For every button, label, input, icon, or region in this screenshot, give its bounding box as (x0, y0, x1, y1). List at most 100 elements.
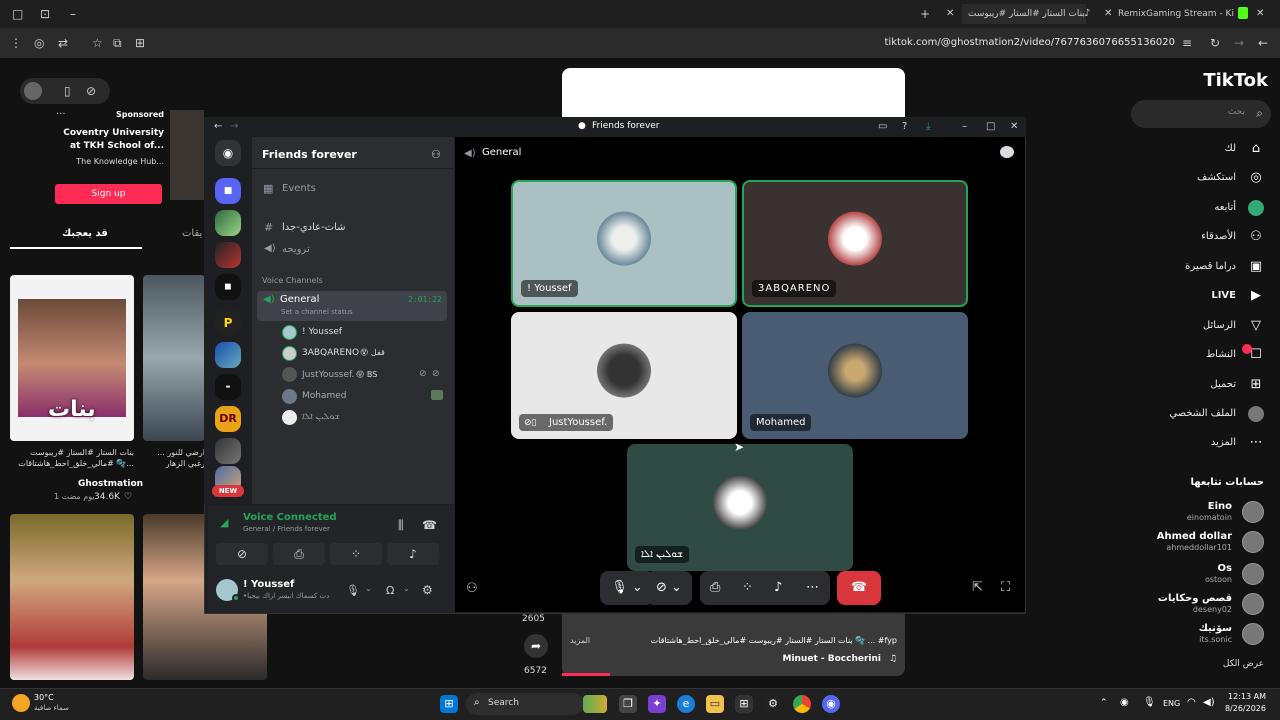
video-thumbnail-2[interactable] (143, 275, 205, 441)
help-icon[interactable]: ? (902, 120, 907, 134)
chevron-down-icon[interactable]: ⌄ (365, 584, 372, 593)
search-input[interactable]: بحث ⌕ (1131, 100, 1271, 128)
home-icon[interactable]: ⌂ (1248, 141, 1264, 157)
reader-icon[interactable]: ≡ (1182, 36, 1192, 50)
upload-icon[interactable]: ⊞ (1248, 377, 1264, 393)
wifi-icon[interactable]: ◠ (1187, 697, 1196, 708)
nav-upload[interactable]: تحميل (1210, 379, 1236, 390)
microphone-icon[interactable]: 🎙 (346, 584, 360, 598)
extensions-icon[interactable]: ⊞ (135, 36, 145, 50)
nav-friends[interactable]: الأصدقاء (1201, 231, 1236, 242)
search-icon[interactable]: ⌕ (1256, 106, 1263, 120)
following-name-3[interactable]: Os (1218, 563, 1232, 574)
video-tile-justyoussef[interactable]: JustYoussef. ⊘▯ (511, 312, 737, 439)
nav-following[interactable]: أتابعه (1214, 202, 1236, 213)
avatar[interactable] (282, 389, 297, 404)
weather-icon[interactable] (12, 694, 30, 712)
camera-control[interactable]: ⊘ ⌄ (646, 571, 692, 605)
clock-date[interactable]: 8/26/2026 (1222, 704, 1266, 713)
nav-messages[interactable]: الرسائل (1203, 320, 1236, 331)
url-text[interactable]: tiktok.com/@ghostmation2/video/767763607… (885, 37, 1175, 48)
avatar[interactable] (282, 410, 297, 425)
nav-profile[interactable]: الملف الشخصي (1169, 408, 1236, 419)
avatar[interactable] (282, 325, 297, 340)
disconnect-icon[interactable]: ☎ (422, 518, 437, 532)
nav-more[interactable]: المزيد (1211, 437, 1236, 448)
chevron-up-icon[interactable]: ⌃ (1100, 698, 1108, 708)
nav-drama[interactable]: دراما قصيرة (1185, 261, 1236, 272)
video-tile-3abqareno[interactable]: 3ABQARENO (742, 180, 968, 307)
nav-activity[interactable]: النشاط (1206, 349, 1236, 360)
more-dots-icon[interactable]: ⋯ (806, 571, 819, 605)
inbox-icon[interactable]: ▭ (878, 120, 887, 134)
avatar[interactable] (1242, 623, 1264, 645)
screen-share-button[interactable]: ⎙ (273, 543, 325, 565)
voice-channel-extra[interactable]: ترويحه (282, 244, 310, 255)
screen-share-icon[interactable]: ⎙ (710, 571, 720, 605)
noise-suppression-icon[interactable]: ⫼ (398, 518, 404, 532)
popout-icon[interactable]: ⇱ (972, 581, 983, 595)
copilot-icon[interactable]: ✦ (648, 695, 666, 713)
soundboard-icon[interactable]: ♪ (774, 571, 782, 605)
voice-user-2[interactable]: 3ABQARENO (302, 348, 359, 358)
tab-kick[interactable]: RemixGaming Stream - Kick De... (1118, 4, 1234, 24)
nav-live[interactable]: LIVE (1211, 290, 1236, 301)
server-icon-6[interactable] (215, 342, 241, 368)
discord-icon[interactable]: ◉ (822, 695, 840, 713)
close-tab-icon-3[interactable]: ✕ (1256, 7, 1264, 21)
avatar[interactable] (282, 367, 297, 382)
voice-section-header[interactable]: Voice Channels (262, 276, 323, 285)
forward-icon[interactable]: → (1234, 36, 1244, 50)
clock-time[interactable]: 12:13 AM (1226, 692, 1266, 701)
tab-tiktok[interactable]: بنات الستار #الستار #ريبوست ... (962, 4, 1086, 24)
show-all-link[interactable]: عرض الكل (1223, 659, 1264, 669)
invite-icon[interactable]: ⚇ (466, 582, 478, 596)
filter-icon[interactable]: ⇄ (58, 36, 68, 50)
download-icon[interactable]: ⤓ (926, 120, 930, 134)
text-channel[interactable]: شات-عادي-جدا (282, 222, 346, 233)
nav-for-you[interactable]: لك (1225, 143, 1236, 154)
music-title[interactable]: Minuet - Boccherini (782, 654, 881, 664)
activities-icon[interactable]: ⁘ (742, 571, 753, 605)
server-name[interactable]: Friends forever (262, 148, 357, 161)
voice-user-4[interactable]: Mohamed (302, 391, 347, 401)
soundboard-button[interactable]: ♪ (387, 543, 439, 565)
sign-up-button[interactable]: Sign up (55, 184, 162, 204)
tiktok-logo[interactable]: TikTok (1203, 70, 1268, 91)
profile-icon[interactable] (1248, 406, 1264, 422)
settings-icon[interactable]: ⚙ (764, 695, 782, 713)
server-icon-9[interactable] (215, 438, 241, 464)
following-icon[interactable] (1248, 200, 1264, 216)
following-name-4[interactable]: قصص وحكايات (1158, 593, 1232, 604)
discord-home-icon[interactable]: ◉ (215, 140, 241, 166)
server-icon-2[interactable] (215, 210, 241, 236)
weather-temp[interactable]: 30°C (34, 693, 54, 702)
following-name-1[interactable]: Eino (1208, 501, 1232, 512)
close-icon[interactable]: ✕ (1010, 120, 1018, 134)
store-icon[interactable]: ⊞ (735, 695, 753, 713)
avatar[interactable] (24, 82, 42, 100)
drama-icon[interactable]: ▣ (1248, 259, 1264, 275)
tab-list-icon[interactable]: ⊡ (40, 7, 50, 21)
server-icon-8[interactable]: DR (215, 406, 241, 432)
video-caption-2[interactable]: ارضي للنور ... رغبي الزهار (143, 447, 205, 471)
minimize-tab-icon[interactable]: – (70, 7, 76, 21)
video-tile-youssef[interactable]: ! Youssef (511, 180, 737, 307)
fullscreen-icon[interactable]: ⛶ (1001, 581, 1010, 595)
minimize-icon[interactable]: – (962, 120, 967, 134)
window-menu-icon[interactable]: □ (12, 7, 23, 21)
screenshot-icon[interactable]: ⧉ (113, 36, 122, 50)
network-icon[interactable]: ◉ (1120, 697, 1129, 708)
nav-explore[interactable]: استكشف (1197, 172, 1236, 183)
video-author[interactable]: Ghostmation (78, 479, 143, 489)
bookmark-star-icon[interactable]: ☆ (92, 36, 103, 50)
close-tab-icon[interactable]: ✕ (946, 7, 954, 21)
server-icon-4[interactable]: ◼ (215, 274, 241, 300)
player-more[interactable]: المزيد (570, 636, 590, 645)
phone-icon[interactable]: ▯ (64, 84, 71, 98)
menu-dots-icon[interactable]: ⋮ (10, 36, 22, 50)
edge-icon[interactable]: e (677, 695, 695, 713)
voice-connected-sub[interactable]: General / Friends forever (243, 525, 330, 533)
avatar[interactable] (282, 346, 297, 361)
following-name-5[interactable]: سۆنیك (1199, 623, 1232, 634)
